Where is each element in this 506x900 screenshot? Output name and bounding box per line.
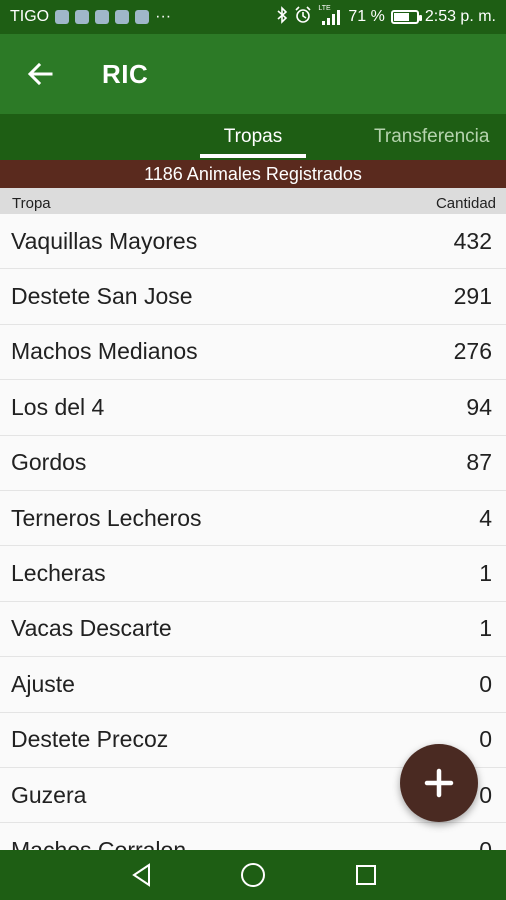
- nav-recents-button[interactable]: [336, 850, 396, 900]
- table-row[interactable]: Machos Corralon 0: [0, 823, 506, 850]
- battery-icon: [390, 10, 422, 24]
- notification-icon: [55, 10, 70, 24]
- notification-icon: [135, 10, 150, 24]
- nav-back-button[interactable]: [112, 850, 172, 900]
- animals-count-banner: 1186 Animales Registrados: [0, 160, 506, 188]
- network-type-label: LTE: [318, 5, 331, 12]
- status-bar: TIGO ··· LTE 71 % 2:53 p. m.: [0, 0, 506, 34]
- add-tropa-button[interactable]: [400, 744, 478, 822]
- app-title: RIC: [102, 58, 149, 89]
- square-recents-icon: [356, 865, 376, 885]
- tropa-name: Gordos: [11, 449, 87, 476]
- app-bar: RIC: [0, 34, 506, 114]
- tropa-count: 4: [479, 504, 492, 531]
- table-row[interactable]: Machos Medianos 276: [0, 324, 506, 381]
- table-row[interactable]: Lecheras 1: [0, 546, 506, 602]
- triangle-back-icon: [132, 863, 150, 887]
- table-row[interactable]: Vaquillas Mayores 432: [0, 214, 506, 270]
- tropa-count: 291: [453, 283, 492, 310]
- tropa-count: 0: [479, 726, 492, 753]
- tropa-count: 432: [453, 227, 492, 254]
- tropa-count: 0: [479, 836, 492, 850]
- signal-icon: LTE: [318, 5, 342, 26]
- carrier-name: TIGO: [10, 8, 50, 25]
- column-header-tropa: Tropa: [12, 194, 51, 212]
- tropa-count: 1: [479, 615, 492, 642]
- tropa-name: Vacas Descarte: [11, 615, 172, 642]
- tropa-count: 0: [479, 670, 492, 697]
- navigation-bar: [0, 850, 506, 900]
- notification-icon: [75, 10, 90, 24]
- nav-home-button[interactable]: [223, 850, 283, 900]
- alarm-icon: [294, 5, 312, 29]
- tropa-count: 0: [479, 781, 492, 808]
- table-header: Tropa Cantidad: [0, 188, 506, 214]
- tropa-name: Lecheras: [11, 560, 106, 587]
- tropa-name: Vaquillas Mayores: [11, 227, 198, 254]
- table-row[interactable]: Gordos 87: [0, 435, 506, 491]
- bluetooth-icon: [276, 5, 288, 29]
- tropa-name: Guzera: [11, 781, 87, 808]
- table-row[interactable]: Los del 4 94: [0, 380, 506, 436]
- tropa-name: Ajuste: [11, 670, 75, 697]
- arrow-back-icon: [27, 62, 53, 86]
- tab-indicator: [200, 154, 306, 158]
- tropa-count: 94: [466, 393, 492, 420]
- table-row[interactable]: Ajuste 0: [0, 657, 506, 713]
- table-row[interactable]: Vacas Descarte 1: [0, 601, 506, 658]
- notification-icon: [115, 10, 130, 24]
- clock: 2:53 p. m.: [424, 8, 496, 25]
- tab-transferencia[interactable]: Transferencia: [360, 114, 506, 160]
- more-notifications-indicator: ···: [155, 8, 172, 25]
- column-header-cantidad: Cantidad: [435, 194, 496, 212]
- battery-percent: 71 %: [348, 8, 385, 25]
- tropa-count: 1: [479, 560, 492, 587]
- notification-icon: [95, 10, 110, 24]
- tropa-name: Los del 4: [11, 393, 105, 420]
- tropa-name: Machos Corralon: [11, 836, 187, 850]
- tropa-count: 87: [466, 449, 492, 476]
- tropa-name: Destete Precoz: [11, 726, 169, 753]
- tropa-name: Destete San Jose: [11, 283, 193, 310]
- tropa-count: 276: [453, 338, 492, 365]
- tropa-name: Terneros Lecheros: [11, 504, 202, 531]
- back-button[interactable]: [14, 48, 66, 100]
- table-row[interactable]: Destete San Jose 291: [0, 269, 506, 325]
- plus-icon: [424, 768, 454, 798]
- circle-home-icon: [241, 863, 265, 887]
- table-row[interactable]: Terneros Lecheros 4: [0, 490, 506, 547]
- tropa-name: Machos Medianos: [11, 338, 198, 365]
